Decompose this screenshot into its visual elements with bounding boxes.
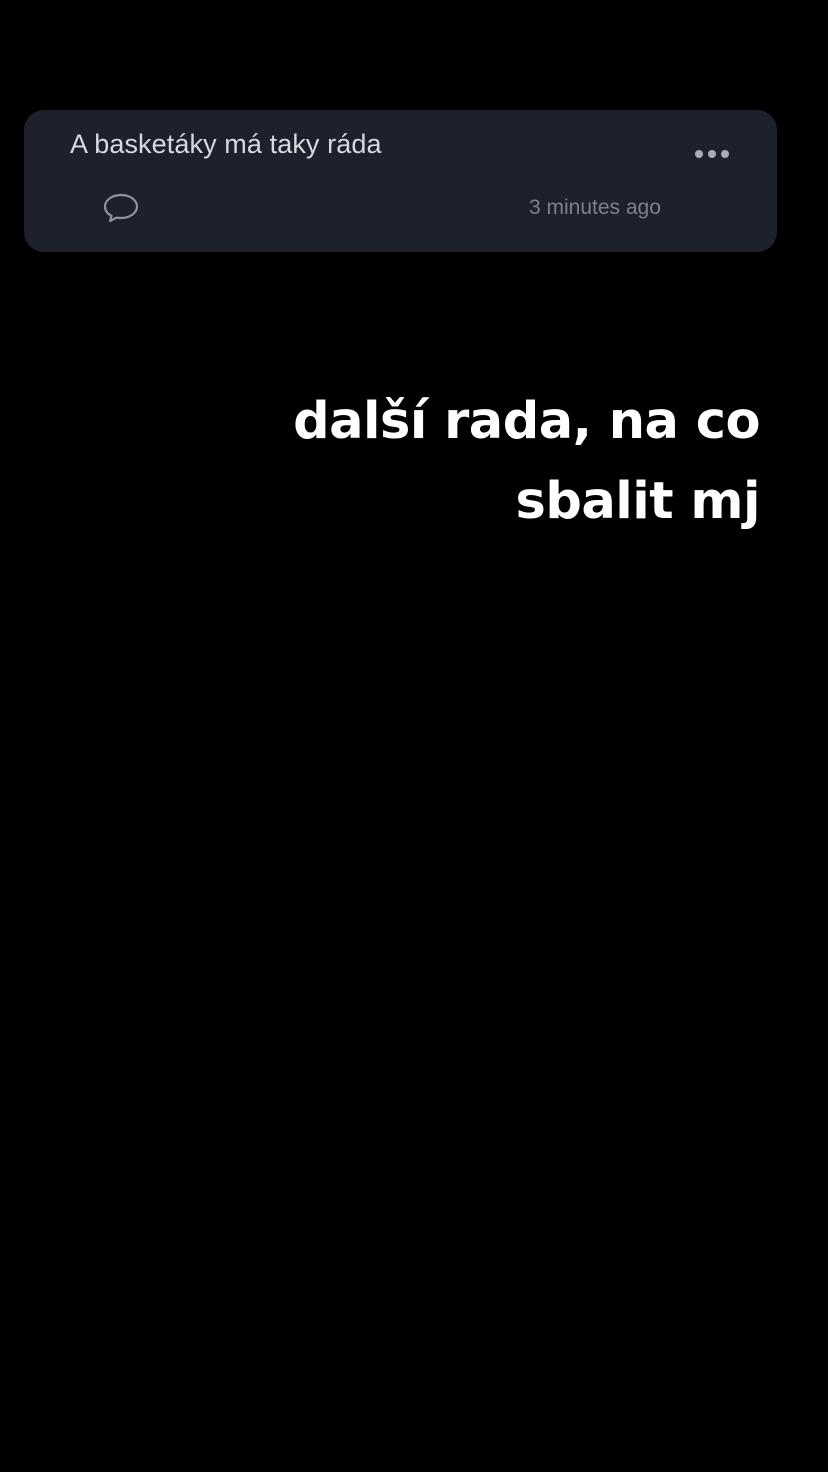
caption-line: další rada, na co [293,392,760,451]
post-text: A basketáky má taky ráda [70,129,382,159]
more-options-button[interactable] [688,140,736,168]
speech-bubble-icon [103,193,139,223]
comment-button[interactable] [102,192,140,224]
ellipsis-icon [721,150,729,158]
post-card[interactable]: A basketáky má taky ráda 3 minutes ago [24,110,777,252]
ellipsis-icon [708,150,716,158]
caption-line: sbalit mj [515,472,761,531]
post-timestamp: 3 minutes ago [529,196,661,219]
ellipsis-icon [695,150,703,158]
story-screen: A basketáky má taky ráda 3 minutes ago d… [0,0,828,1472]
story-caption: další rada, na co sbalit mj [293,382,760,542]
